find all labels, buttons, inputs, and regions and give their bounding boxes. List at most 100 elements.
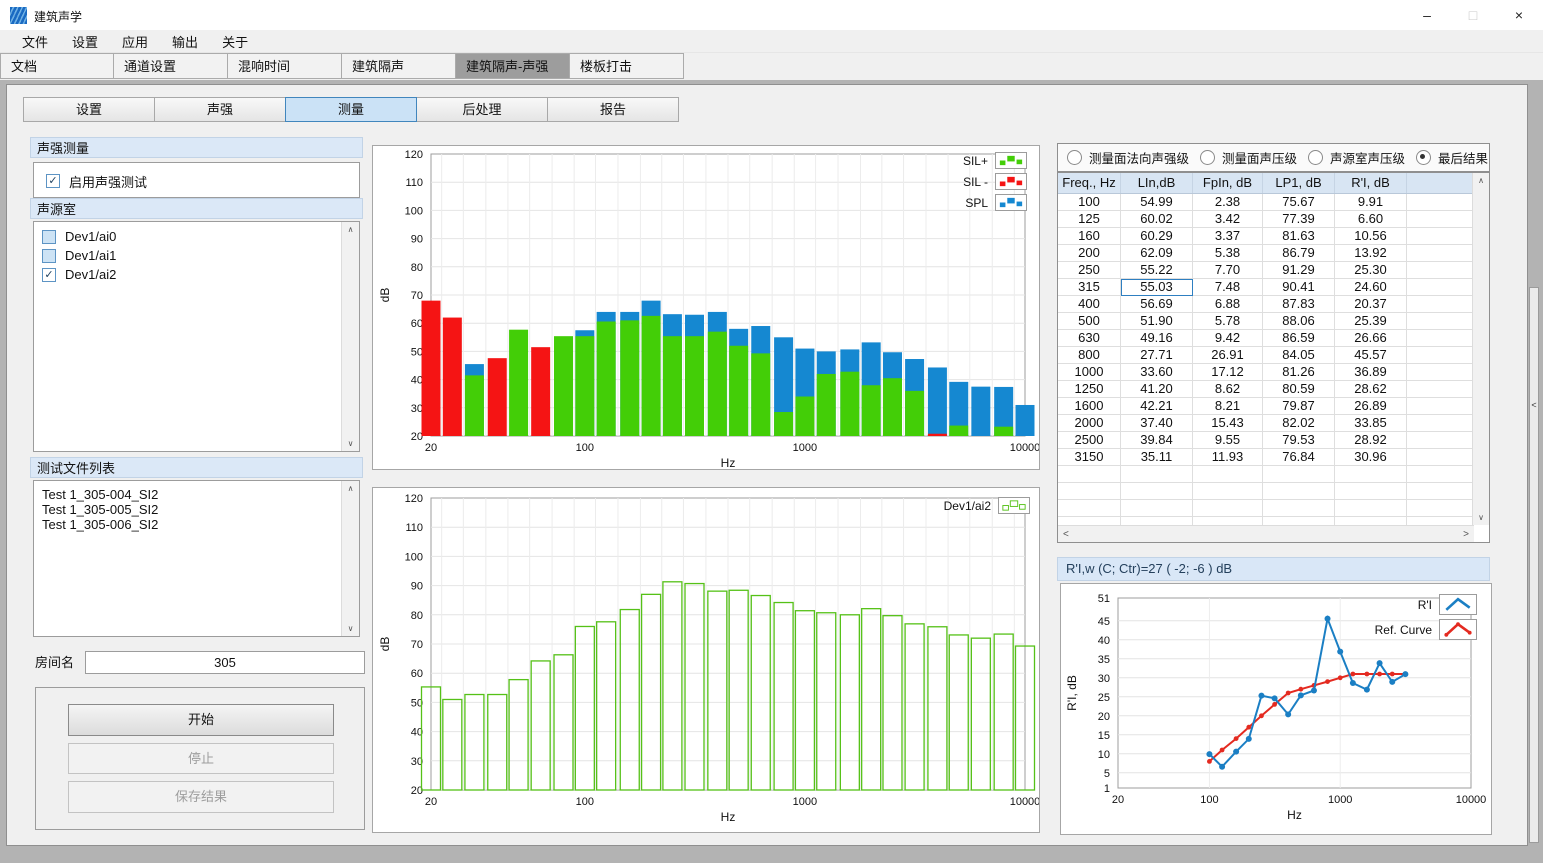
table-cell[interactable]: 76.84 (1263, 449, 1335, 466)
main-tab-1[interactable]: 通道设置 (114, 53, 228, 79)
table-cell[interactable] (1407, 211, 1474, 228)
channel-row-2[interactable]: ✓Dev1/ai2 (34, 265, 359, 284)
table-cell[interactable]: 500 (1058, 313, 1121, 330)
table-cell[interactable]: 6.88 (1193, 296, 1263, 313)
table-cell[interactable]: 60.02 (1121, 211, 1193, 228)
table-cell[interactable] (1058, 466, 1121, 483)
table-cell[interactable]: 27.71 (1121, 347, 1193, 364)
table-cell[interactable] (1121, 500, 1193, 517)
table-header-cell[interactable]: LP1, dB (1263, 173, 1335, 193)
table-cell[interactable]: 26.89 (1335, 398, 1407, 415)
table-cell[interactable] (1407, 245, 1474, 262)
table-vertical-scrollbar[interactable]: ∧ ∨ (1472, 173, 1489, 525)
table-cell[interactable]: 8.21 (1193, 398, 1263, 415)
channel-row-1[interactable]: Dev1/ai1 (34, 246, 359, 265)
table-cell[interactable] (1407, 483, 1474, 500)
sub-tab-0[interactable]: 设置 (23, 97, 155, 122)
table-cell[interactable]: 9.91 (1335, 194, 1407, 211)
menu-item-3[interactable]: 输出 (160, 32, 210, 51)
table-cell[interactable]: 10.56 (1335, 228, 1407, 245)
table-cell[interactable]: 26.66 (1335, 330, 1407, 347)
table-cell[interactable]: 79.53 (1263, 432, 1335, 449)
table-header-cell[interactable]: FpIn, dB (1193, 173, 1263, 193)
table-cell[interactable]: 125 (1058, 211, 1121, 228)
channel-row-0[interactable]: Dev1/ai0 (34, 227, 359, 246)
table-cell[interactable] (1335, 466, 1407, 483)
table-cell[interactable]: 9.42 (1193, 330, 1263, 347)
table-cell[interactable]: 90.41 (1263, 279, 1335, 296)
table-cell[interactable] (1193, 500, 1263, 517)
menu-item-2[interactable]: 应用 (110, 32, 160, 51)
scroll-up-icon[interactable]: ∧ (1473, 173, 1489, 188)
table-cell[interactable] (1407, 347, 1474, 364)
table-cell[interactable] (1193, 466, 1263, 483)
sub-tab-4[interactable]: 报告 (547, 97, 679, 122)
table-cell[interactable]: 100 (1058, 194, 1121, 211)
scroll-up-icon[interactable]: ∧ (342, 222, 359, 237)
table-cell[interactable]: 2000 (1058, 415, 1121, 432)
table-cell[interactable]: 7.70 (1193, 262, 1263, 279)
table-cell[interactable]: 84.05 (1263, 347, 1335, 364)
radio-option-0[interactable]: 测量面法向声强级 (1067, 148, 1189, 167)
sub-tab-2[interactable]: 测量 (285, 97, 417, 122)
table-cell[interactable]: 25.39 (1335, 313, 1407, 330)
table-cell[interactable]: 45.57 (1335, 347, 1407, 364)
table-cell[interactable]: 77.39 (1263, 211, 1335, 228)
table-cell[interactable]: 55.22 (1121, 262, 1193, 279)
table-cell[interactable] (1407, 432, 1474, 449)
table-cell[interactable] (1407, 330, 1474, 347)
radio-button[interactable] (1067, 150, 1082, 165)
table-cell[interactable] (1407, 415, 1474, 432)
table-cell[interactable]: 1250 (1058, 381, 1121, 398)
table-cell[interactable]: 5.78 (1193, 313, 1263, 330)
scroll-left-icon[interactable]: < (1063, 526, 1069, 543)
table-cell[interactable]: 36.89 (1335, 364, 1407, 381)
table-cell[interactable]: 82.02 (1263, 415, 1335, 432)
table-cell[interactable]: 315 (1058, 279, 1121, 296)
channel-checkbox[interactable]: ✓ (42, 268, 56, 282)
radio-button[interactable] (1308, 150, 1323, 165)
close-button[interactable]: × (1496, 0, 1542, 30)
test-file-item-1[interactable]: Test 1_305-005_SI2 (34, 502, 359, 517)
radio-button[interactable] (1416, 150, 1431, 165)
table-cell[interactable] (1121, 466, 1193, 483)
table-cell[interactable]: 13.92 (1335, 245, 1407, 262)
table-cell[interactable] (1335, 483, 1407, 500)
table-cell[interactable]: 17.12 (1193, 364, 1263, 381)
table-cell[interactable]: 28.62 (1335, 381, 1407, 398)
file-list-scrollbar[interactable]: ∧ ∨ (341, 481, 359, 636)
table-cell[interactable] (1407, 381, 1474, 398)
scroll-down-icon[interactable]: ∨ (342, 621, 359, 636)
radio-option-2[interactable]: 声源室声压级 (1308, 148, 1405, 167)
table-cell[interactable]: 15.43 (1193, 415, 1263, 432)
radio-button[interactable] (1200, 150, 1215, 165)
table-cell[interactable]: 88.06 (1263, 313, 1335, 330)
table-cell[interactable]: 2500 (1058, 432, 1121, 449)
menu-item-4[interactable]: 关于 (210, 32, 260, 51)
sub-tab-3[interactable]: 后处理 (416, 97, 548, 122)
scroll-down-icon[interactable]: ∨ (1473, 510, 1489, 525)
test-file-item-2[interactable]: Test 1_305-006_SI2 (34, 517, 359, 532)
table-cell[interactable]: 26.91 (1193, 347, 1263, 364)
table-cell[interactable]: 1000 (1058, 364, 1121, 381)
main-tab-5[interactable]: 楼板打击 (570, 53, 684, 79)
table-cell[interactable] (1263, 466, 1335, 483)
minimize-button[interactable]: – (1404, 0, 1450, 30)
table-cell[interactable]: 75.67 (1263, 194, 1335, 211)
table-cell[interactable]: 39.84 (1121, 432, 1193, 449)
table-cell[interactable]: 35.11 (1121, 449, 1193, 466)
table-cell[interactable] (1407, 313, 1474, 330)
table-cell[interactable] (1335, 500, 1407, 517)
table-cell[interactable]: 81.63 (1263, 228, 1335, 245)
table-cell[interactable]: 7.48 (1193, 279, 1263, 296)
table-cell[interactable]: 33.60 (1121, 364, 1193, 381)
scroll-up-icon[interactable]: ∧ (342, 481, 359, 496)
table-cell[interactable]: 41.20 (1121, 381, 1193, 398)
table-cell[interactable]: 3.42 (1193, 211, 1263, 228)
table-cell[interactable] (1121, 483, 1193, 500)
table-cell[interactable]: 56.69 (1121, 296, 1193, 313)
sub-tab-1[interactable]: 声强 (154, 97, 286, 122)
table-cell[interactable]: 80.59 (1263, 381, 1335, 398)
table-header-cell[interactable]: LIn,dB (1121, 173, 1193, 193)
table-cell[interactable]: 54.99 (1121, 194, 1193, 211)
